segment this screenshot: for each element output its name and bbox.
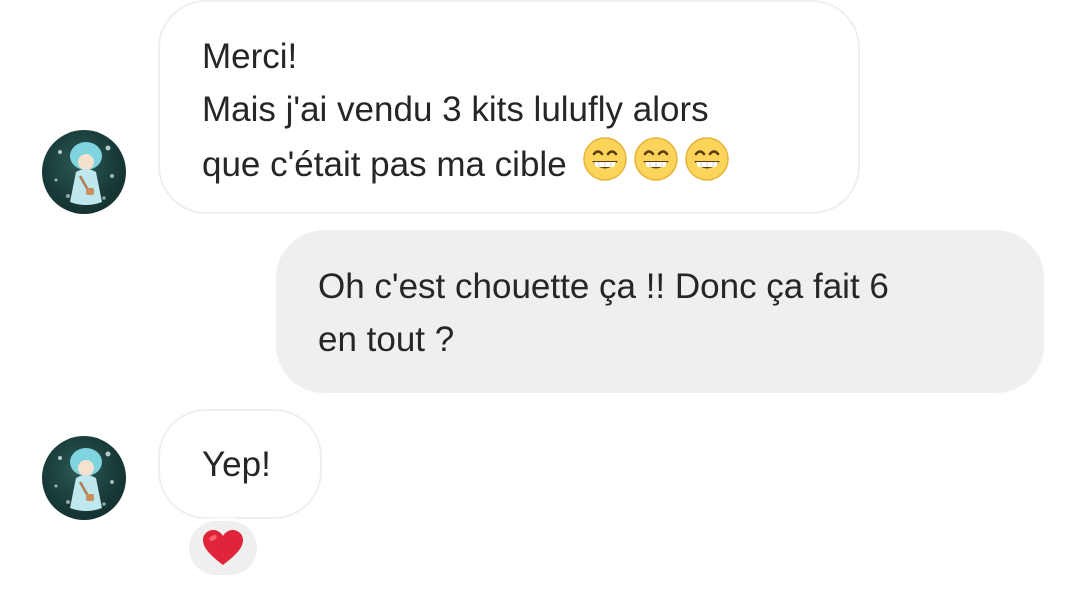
contact-avatar[interactable] — [42, 436, 126, 520]
red-heart-icon — [203, 530, 243, 565]
message-text: que c'était pas ma cible — [202, 145, 567, 184]
grinning-face-with-smiling-eyes-icon — [633, 136, 679, 182]
grinning-face-with-smiling-eyes-icon — [582, 136, 628, 182]
message-text: en tout ? — [318, 320, 455, 359]
avatar-illustration-icon — [54, 142, 114, 205]
message-bubble-incoming[interactable]: Yep! — [158, 409, 322, 519]
emoji-group — [582, 136, 735, 197]
chat-thread: Merci! Mais j'ai vendu 3 kits lulufly al… — [0, 0, 1080, 606]
message-reaction[interactable] — [186, 518, 260, 578]
grinning-face-with-smiling-eyes-icon — [684, 136, 730, 182]
message-text: Merci! — [202, 37, 298, 76]
message-text: Oh c'est chouette ça !! Donc ça fait 6 — [318, 267, 889, 306]
contact-avatar[interactable] — [42, 130, 126, 214]
message-text: Mais j'ai vendu 3 kits lulufly alors — [202, 90, 709, 129]
avatar-illustration-icon — [54, 448, 114, 511]
message-bubble-incoming[interactable]: Merci! Mais j'ai vendu 3 kits lulufly al… — [158, 0, 860, 214]
message-text: Yep! — [202, 445, 271, 484]
message-bubble-outgoing[interactable]: Oh c'est chouette ça !! Donc ça fait 6 e… — [276, 230, 1044, 393]
